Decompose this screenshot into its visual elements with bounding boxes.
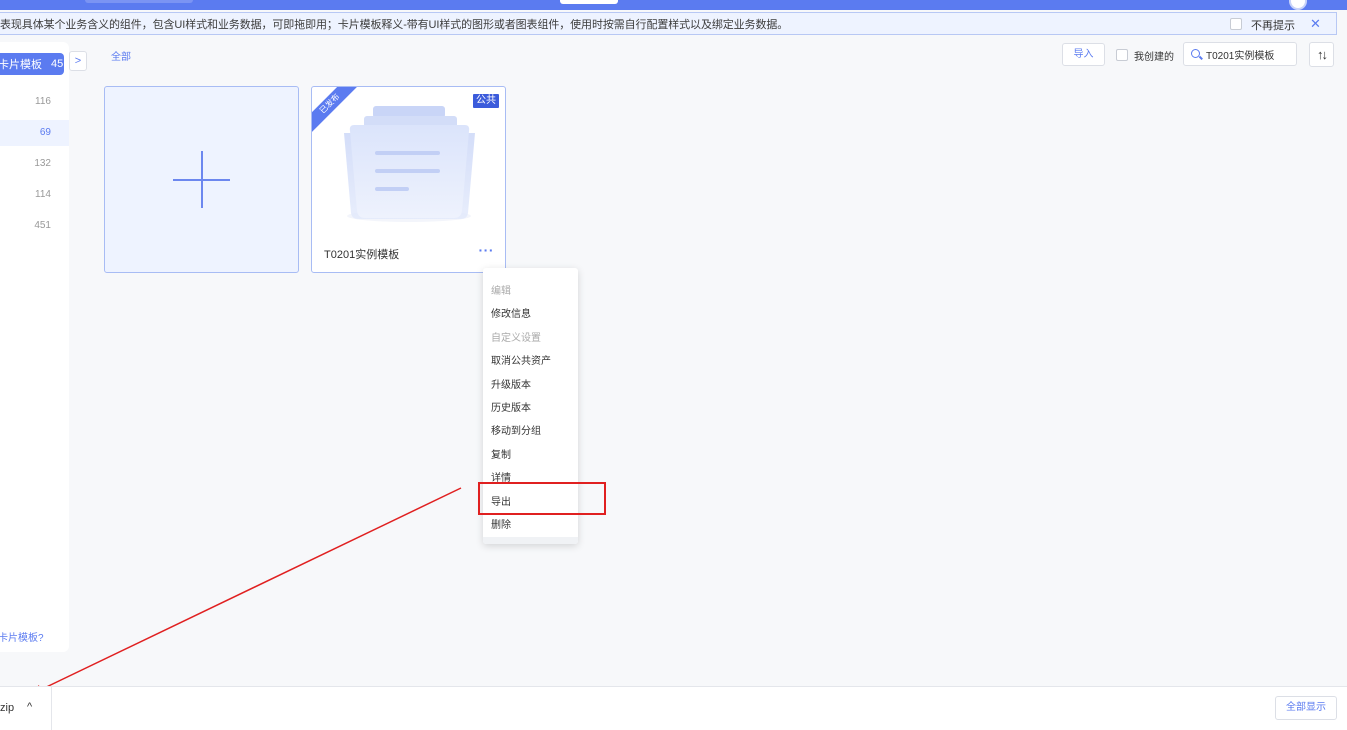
- menu-item-edit[interactable]: 编辑: [491, 282, 511, 297]
- download-bar: zip ^ 全部显示: [0, 686, 1347, 730]
- sidebar-item[interactable]: 451: [0, 213, 69, 239]
- close-icon[interactable]: ✕: [1310, 16, 1321, 32]
- public-badge: 公共: [473, 94, 499, 108]
- more-icon[interactable]: ···: [479, 242, 495, 258]
- avatar[interactable]: [1289, 0, 1307, 10]
- menu-item-cancel-public[interactable]: 取消公共资产: [491, 352, 551, 367]
- menu-item-custom-settings[interactable]: 自定义设置: [491, 329, 541, 344]
- folder-thumbnail-icon: [342, 103, 477, 223]
- add-card-button[interactable]: [104, 86, 299, 273]
- sidebar-item-count: 114: [35, 189, 51, 200]
- card-title: T0201实例模板: [324, 249, 400, 261]
- sidebar-item-count: 116: [35, 96, 51, 107]
- nav-tab-active[interactable]: [560, 0, 618, 4]
- sidebar-item-card-template[interactable]: 卡片模板 451: [0, 53, 64, 75]
- created-by-me-checkbox[interactable]: [1116, 49, 1128, 61]
- template-card[interactable]: 已发布 公共 T0201实例模板 ···: [311, 86, 506, 273]
- menu-item-upgrade-version[interactable]: 升级版本: [491, 376, 531, 391]
- plus-icon-vertical: [201, 151, 203, 208]
- sidebar-item[interactable]: 132: [0, 151, 69, 177]
- menu-item-copy[interactable]: 复制: [491, 446, 511, 461]
- sidebar-item-count: 69: [39, 127, 51, 138]
- chevron-up-icon[interactable]: ^: [27, 701, 32, 713]
- dont-show-label[interactable]: 不再提示: [1251, 17, 1295, 33]
- import-button[interactable]: 导入: [1062, 43, 1105, 66]
- search-box[interactable]: [1183, 42, 1297, 66]
- download-file-name[interactable]: zip: [0, 702, 14, 714]
- menu-item-history-version[interactable]: 历史版本: [491, 399, 531, 414]
- created-by-me-label[interactable]: 我创建的: [1134, 48, 1174, 63]
- sidebar-item[interactable]: 114: [0, 182, 69, 208]
- annotation-highlight-box: [478, 482, 606, 515]
- sidebar: 卡片模板 451 116 69 132 114 451 卡片模板?: [0, 42, 69, 652]
- sidebar-item-count: 451: [51, 58, 64, 70]
- sidebar-item-label: 卡片模板: [0, 59, 42, 71]
- top-nav-bar: [0, 0, 1347, 10]
- menu-item-edit-info[interactable]: 修改信息: [491, 305, 531, 320]
- menu-item-delete[interactable]: 删除: [491, 516, 511, 531]
- menu-item-move-to-group[interactable]: 移动到分组: [491, 422, 541, 437]
- sort-button[interactable]: ↑↓: [1309, 42, 1334, 67]
- search-input[interactable]: [1206, 46, 1294, 62]
- sidebar-item[interactable]: 116: [0, 89, 69, 115]
- sidebar-item-count: 451: [34, 220, 51, 231]
- help-link[interactable]: 卡片模板?: [0, 629, 44, 644]
- sidebar-item-count: 132: [34, 158, 51, 169]
- nav-tab[interactable]: [85, 0, 193, 3]
- menu-footer: [483, 537, 578, 544]
- dont-show-checkbox[interactable]: [1230, 18, 1242, 30]
- show-all-button[interactable]: 全部显示: [1275, 696, 1337, 720]
- breadcrumb[interactable]: 全部: [111, 48, 131, 63]
- search-icon: [1191, 49, 1200, 58]
- notice-text: 表现具体某个业务含义的组件，包含UI样式和业务数据，可即拖即用；卡片模板释义-带…: [0, 18, 789, 31]
- notice-banner: 表现具体某个业务含义的组件，包含UI样式和业务数据，可即拖即用；卡片模板释义-带…: [0, 12, 1337, 35]
- sidebar-item-selected[interactable]: 69: [0, 120, 69, 146]
- sidebar-expand-button[interactable]: >: [69, 51, 87, 71]
- divider: [51, 687, 52, 730]
